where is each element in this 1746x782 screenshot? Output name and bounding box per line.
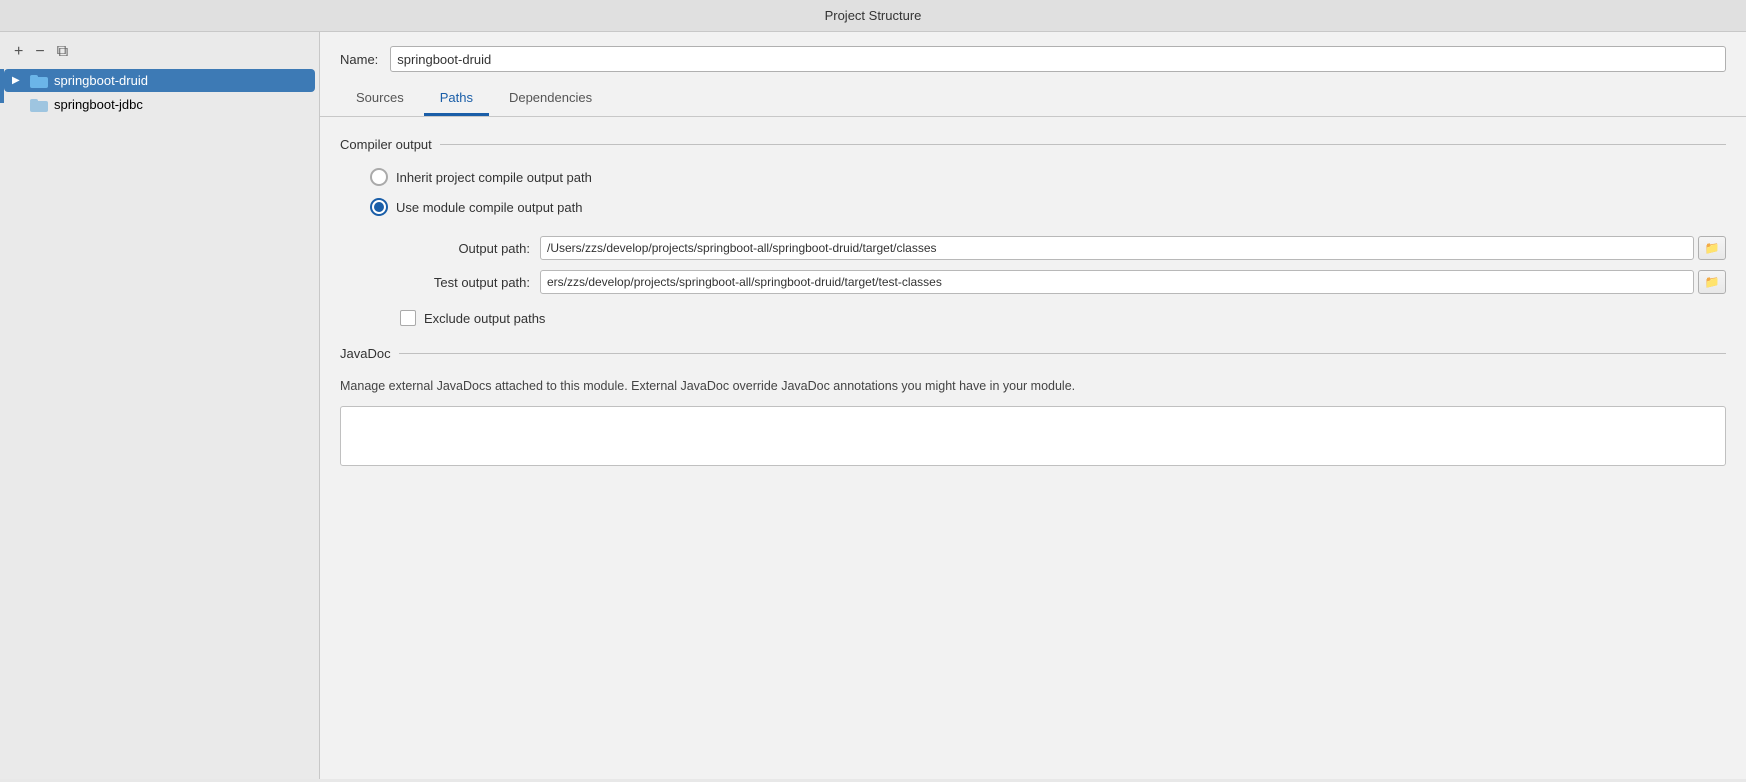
javadoc-description: Manage external JavaDocs attached to thi… xyxy=(340,377,1726,396)
tabs-bar: Sources Paths Dependencies xyxy=(320,84,1746,117)
radio-use-module-option[interactable]: Use module compile output path xyxy=(370,198,1726,216)
output-path-label: Output path: xyxy=(400,241,530,256)
test-output-path-input[interactable] xyxy=(540,270,1694,294)
compiler-output-title: Compiler output xyxy=(340,137,432,152)
tab-dependencies[interactable]: Dependencies xyxy=(493,84,608,116)
name-label: Name: xyxy=(340,52,378,67)
exclude-checkbox-row[interactable]: Exclude output paths xyxy=(400,310,1726,326)
panel-content: Compiler output Inherit project compile … xyxy=(320,117,1746,779)
radio-inner-dot xyxy=(374,202,384,212)
window-title: Project Structure xyxy=(825,8,922,23)
sidebar: + − ⧉ ▶ springboot-druid ▶ xyxy=(0,32,320,779)
copy-module-button[interactable]: ⧉ xyxy=(55,44,70,60)
radio-inherit-option[interactable]: Inherit project compile output path xyxy=(370,168,1726,186)
sidebar-toolbar: + − ⧉ xyxy=(0,40,319,68)
test-output-path-browse-button[interactable]: 📁 xyxy=(1698,270,1726,294)
javadoc-section-header: JavaDoc xyxy=(340,346,1726,361)
output-path-row: Output path: 📁 xyxy=(400,236,1726,260)
radio-inherit-label: Inherit project compile output path xyxy=(396,170,592,185)
tab-paths[interactable]: Paths xyxy=(424,84,489,116)
javadoc-list-area xyxy=(340,406,1726,466)
javadoc-title: JavaDoc xyxy=(340,346,391,361)
output-path-browse-button[interactable]: 📁 xyxy=(1698,236,1726,260)
compiler-output-radio-group: Inherit project compile output path Use … xyxy=(370,168,1726,216)
name-input[interactable] xyxy=(390,46,1726,72)
selected-indicator xyxy=(0,69,4,103)
path-fields: Output path: 📁 Test output path: 📁 xyxy=(400,236,1726,294)
content-panel: Name: Sources Paths Dependencies Compile… xyxy=(320,32,1746,779)
tab-sources[interactable]: Sources xyxy=(340,84,420,116)
radio-use-module-circle xyxy=(370,198,388,216)
title-bar: Project Structure xyxy=(0,0,1746,32)
sidebar-item-label: springboot-druid xyxy=(54,73,148,88)
test-output-path-row: Test output path: 📁 xyxy=(400,270,1726,294)
javadoc-section: JavaDoc Manage external JavaDocs attache… xyxy=(340,346,1726,466)
output-path-input-wrapper: 📁 xyxy=(540,236,1726,260)
section-divider xyxy=(440,144,1726,145)
exclude-checkbox[interactable] xyxy=(400,310,416,326)
test-output-path-input-wrapper: 📁 xyxy=(540,270,1726,294)
radio-inherit-circle xyxy=(370,168,388,186)
sidebar-item-springboot-jdbc[interactable]: ▶ springboot-jdbc xyxy=(4,93,315,116)
folder-icon xyxy=(30,98,48,112)
add-module-button[interactable]: + xyxy=(12,44,25,60)
radio-use-module-label: Use module compile output path xyxy=(396,200,582,215)
output-path-input[interactable] xyxy=(540,236,1694,260)
sidebar-item-springboot-druid[interactable]: ▶ springboot-druid xyxy=(4,69,315,92)
exclude-checkbox-label: Exclude output paths xyxy=(424,311,545,326)
compiler-output-section-header: Compiler output xyxy=(340,137,1726,152)
expand-arrow-icon: ▶ xyxy=(12,75,24,86)
javadoc-section-divider xyxy=(399,353,1726,354)
remove-module-button[interactable]: − xyxy=(33,44,46,60)
sidebar-item-label: springboot-jdbc xyxy=(54,97,143,112)
folder-browse-icon-2: 📁 xyxy=(1705,275,1720,289)
folder-browse-icon: 📁 xyxy=(1705,241,1720,255)
name-row: Name: xyxy=(320,32,1746,84)
test-output-path-label: Test output path: xyxy=(400,275,530,290)
folder-icon xyxy=(30,74,48,88)
